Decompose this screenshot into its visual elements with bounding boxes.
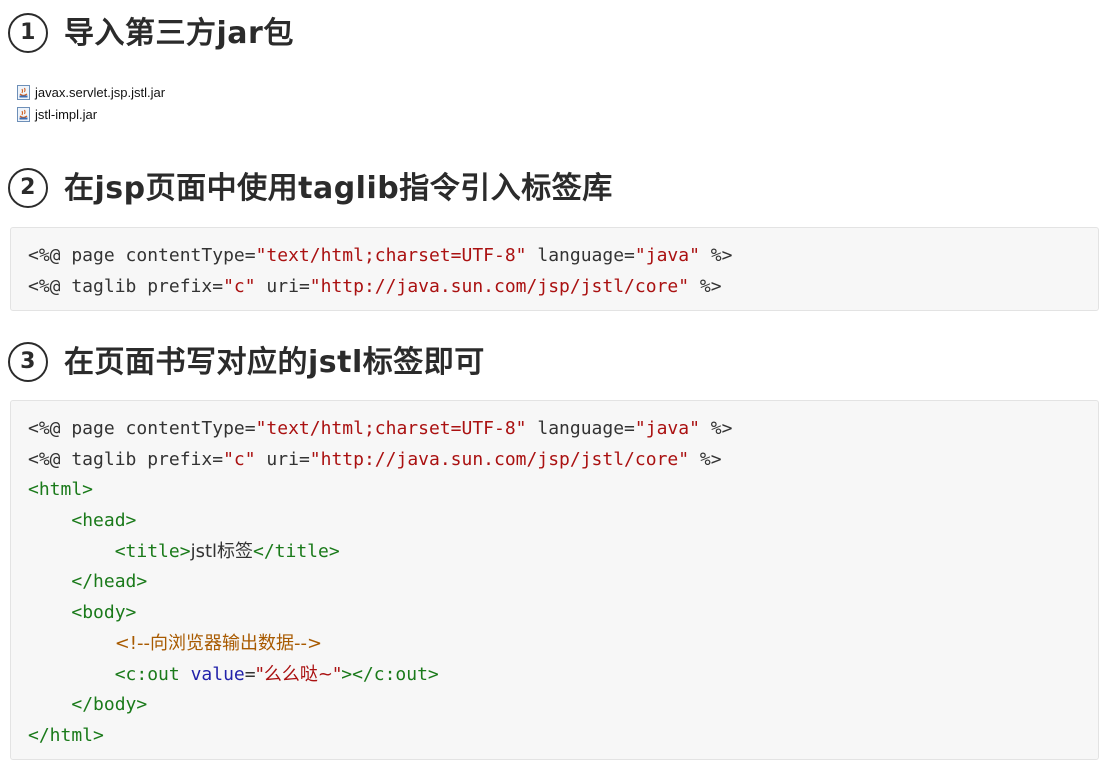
code-line: <%@ page contentType="text/html;charset=…	[28, 414, 1081, 445]
code-line: <%@ page contentType="text/html;charset=…	[28, 241, 1081, 272]
code-block-taglib[interactable]: <%@ page contentType="text/html;charset=…	[10, 227, 1099, 311]
code-block-jstl-page[interactable]: <%@ page contentType="text/html;charset=…	[10, 400, 1099, 760]
code-line: <title>jstl标签</title>	[28, 537, 1081, 568]
section-heading-2: 2 在jsp页面中使用taglib指令引入标签库	[8, 163, 613, 208]
code-token: "text/html;charset=UTF-8"	[255, 418, 527, 439]
code-line: <c:out value="么么哒~"></c:out>	[28, 660, 1081, 691]
file-name: javax.servlet.jsp.jstl.jar	[35, 84, 166, 100]
file-item[interactable]: jstl-impl.jar	[16, 103, 165, 125]
section-title-3: 在页面书写对应的jstl标签即可	[64, 345, 485, 380]
file-item[interactable]: javax.servlet.jsp.jstl.jar	[16, 81, 165, 103]
code-token: <html>	[28, 479, 94, 501]
code-token: <body>	[71, 602, 137, 624]
code-token: "http://java.sun.com/jsp/jstl/core"	[309, 275, 690, 297]
section-title-1: 导入第三方jar包	[64, 16, 294, 51]
code-token: language=	[526, 418, 635, 439]
code-token: </title>	[253, 540, 340, 562]
code-line: <%@ taglib prefix="c" uri="http://java.s…	[28, 445, 1081, 476]
code-token: language=	[526, 245, 635, 266]
code-token: "c"	[223, 448, 256, 470]
code-token: "text/html;charset=UTF-8"	[255, 245, 527, 266]
code-token: "java"	[634, 245, 700, 266]
code-line: <%@ taglib prefix="c" uri="http://java.s…	[28, 272, 1081, 303]
code-token: %>	[699, 245, 733, 266]
file-name: jstl-impl.jar	[35, 106, 98, 122]
code-token: %>	[699, 418, 733, 439]
code-token: <%@ taglib prefix=	[28, 448, 224, 470]
code-line: </html>	[28, 721, 1081, 752]
file-list: javax.servlet.jsp.jstl.jar jstl-impl.jar	[16, 81, 165, 125]
code-token: "c"	[223, 275, 256, 297]
step-number-2: 2	[8, 168, 48, 208]
code-line: <body>	[28, 598, 1081, 629]
code-token: uri=	[255, 275, 310, 297]
code-token: <%@ page contentType=	[28, 245, 256, 266]
code-token: </body>	[71, 694, 148, 716]
code-token: <head>	[71, 510, 137, 532]
code-line: </head>	[28, 567, 1081, 598]
code-line: <html>	[28, 475, 1081, 506]
jar-file-icon	[16, 84, 31, 100]
section-heading-3: 3 在页面书写对应的jstl标签即可	[8, 337, 485, 382]
code-token: jstl标签	[190, 540, 253, 562]
section-title-2: 在jsp页面中使用taglib指令引入标签库	[64, 171, 613, 206]
code-token: "么么哒~"	[255, 663, 342, 685]
code-line: <!--向浏览器输出数据-->	[28, 629, 1081, 660]
jar-file-icon	[16, 106, 31, 122]
code-token: value	[190, 663, 245, 685]
code-token: ></c:out>	[341, 663, 439, 685]
step-number-1: 1	[8, 13, 48, 53]
code-token: </head>	[71, 571, 148, 593]
code-token: <%@ page contentType=	[28, 418, 256, 439]
step-number-3: 3	[8, 342, 48, 382]
code-token: =	[244, 663, 256, 685]
code-token: <%@ taglib prefix=	[28, 275, 224, 297]
code-token: <!--向浏览器输出数据-->	[114, 632, 323, 654]
code-token: %>	[689, 275, 722, 297]
code-token: </html>	[28, 724, 104, 746]
section-heading-1: 1 导入第三方jar包	[8, 8, 294, 53]
code-token: "java"	[634, 418, 700, 439]
code-token: <title>	[114, 540, 191, 562]
code-token: uri=	[255, 448, 310, 470]
code-token: "http://java.sun.com/jsp/jstl/core"	[309, 448, 690, 470]
code-token: %>	[689, 448, 722, 470]
code-line: </body>	[28, 690, 1081, 721]
code-line: <head>	[28, 506, 1081, 537]
code-token: <c:out	[114, 663, 191, 685]
